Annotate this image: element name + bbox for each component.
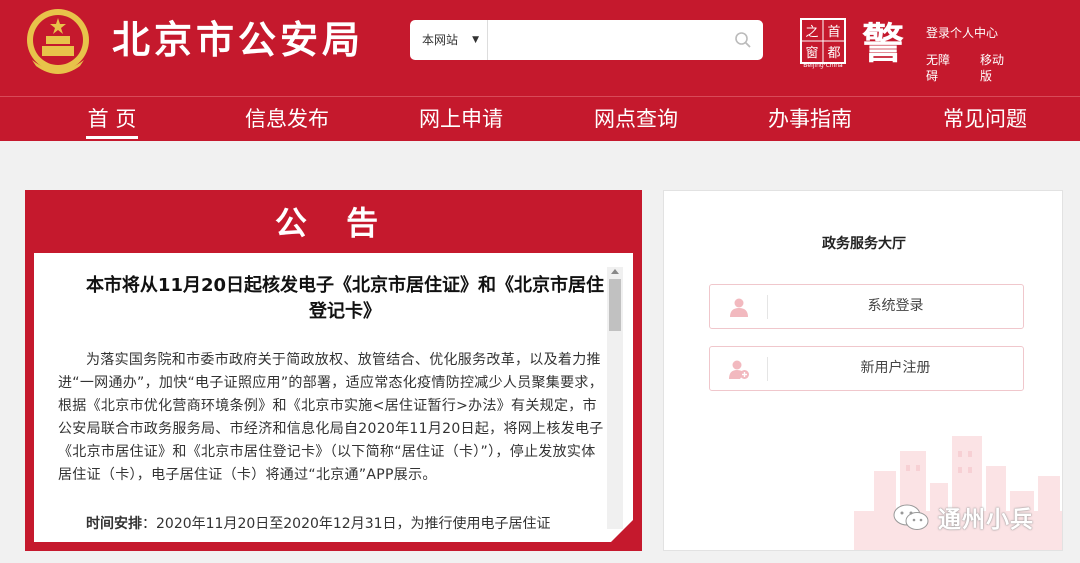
schedule-label: 时间安排 [86, 516, 142, 532]
police-seal-icon[interactable]: 警 [858, 18, 908, 66]
system-login-label: 系统登录 [867, 298, 924, 314]
system-login-button[interactable]: 系统登录 [709, 284, 1024, 329]
service-hall-title: 政务服务大厅 [822, 236, 906, 252]
badge-caption: Beijing·China [803, 62, 843, 69]
notice-panel: 公 告 本市将从11月20日起核发电子《北京市居住证》和《北京市居住登记卡》 为… [25, 190, 642, 551]
page-fold-corner [611, 520, 633, 542]
svg-text:首: 首 [827, 25, 840, 40]
schedule-text: ：2020年11月20日至2020年12月31日，为推行使用电子居住证 [142, 516, 551, 532]
police-emblem-icon[interactable] [22, 6, 94, 78]
nav-online-apply[interactable]: 网上申请 [418, 97, 504, 141]
notice-headline[interactable]: 本市将从11月20日起核发电子《北京市居住证》和《北京市居住登记卡》 [80, 273, 610, 325]
watermark: 通州小兵 [892, 497, 1034, 537]
search-scope-select[interactable]: 本网站 ▼ [410, 20, 488, 60]
site-header: 北京市公安局 本网站 ▼ 之 首 窗 都 Beijing·China 警 登录个… [0, 0, 1080, 96]
search-box: 本网站 ▼ [410, 20, 763, 60]
search-scope-label: 本网站 [422, 33, 459, 47]
svg-text:之: 之 [805, 25, 818, 40]
svg-text:都: 都 [827, 46, 840, 61]
caret-down-icon: ▼ [472, 35, 479, 45]
search-icon[interactable] [733, 30, 753, 50]
main-nav: 首 页 信息发布 网上申请 网点查询 办事指南 常见问题 [0, 96, 1080, 141]
nav-faq[interactable]: 常见问题 [942, 97, 1028, 141]
watermark-text: 通州小兵 [938, 507, 1034, 533]
svg-text:警: 警 [862, 19, 904, 66]
notice-title: 公 告 [274, 204, 393, 242]
notice-paragraph-schedule: 时间安排：2020年11月20日至2020年12月31日，为推行使用电子居住证 [58, 513, 628, 536]
search-input[interactable] [490, 20, 730, 60]
new-user-register-button[interactable]: 新用户注册 [709, 346, 1024, 391]
nav-outlet-query[interactable]: 网点查询 [593, 97, 679, 141]
user-icon [730, 298, 748, 317]
nav-service-guide[interactable]: 办事指南 [767, 97, 853, 141]
site-title[interactable]: 北京市公安局 [112, 14, 364, 66]
svg-text:窗: 窗 [805, 45, 818, 61]
notice-body[interactable]: 本市将从11月20日起核发电子《北京市居住证》和《北京市居住登记卡》 为落实国务… [34, 253, 633, 542]
mobile-version-link[interactable]: 移动版 [980, 52, 1008, 84]
new-user-register-label: 新用户注册 [860, 360, 931, 376]
notice-scrollbar[interactable] [607, 267, 623, 529]
scroll-thumb[interactable] [609, 279, 621, 331]
add-user-icon [729, 360, 749, 379]
wechat-icon [893, 504, 929, 530]
nav-info-release[interactable]: 信息发布 [244, 97, 330, 141]
accessibility-link[interactable]: 无障碍 [926, 52, 954, 84]
scroll-up-arrow-icon[interactable] [611, 269, 619, 274]
login-personal-center-link[interactable]: 登录个人中心 [926, 24, 998, 41]
capital-window-badge-icon[interactable]: 之 首 窗 都 [800, 18, 846, 64]
nav-home[interactable]: 首 页 [86, 97, 138, 141]
notice-paragraph: 为落实国务院和市委市政府关于简政放权、放管结合、优化服务改革，以及着力推进“一网… [58, 352, 604, 483]
